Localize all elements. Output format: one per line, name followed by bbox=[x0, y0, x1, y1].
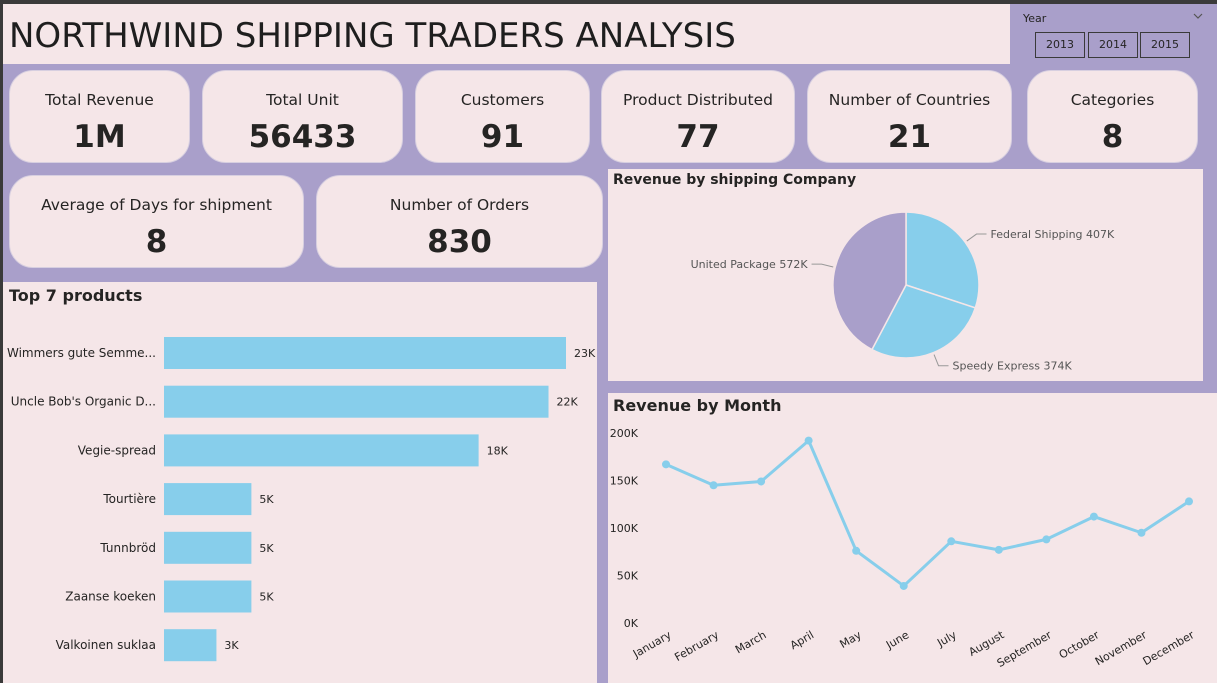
pie-leader-line bbox=[966, 233, 987, 242]
kpi-card-product-distributed: Product Distributed 77 bbox=[601, 70, 795, 163]
line-point[interactable] bbox=[1137, 528, 1146, 537]
line-point[interactable] bbox=[899, 581, 908, 590]
line-point[interactable] bbox=[662, 460, 670, 469]
kpi-value: 77 bbox=[676, 119, 720, 155]
bar[interactable] bbox=[164, 629, 217, 662]
kpi-value: 91 bbox=[480, 119, 525, 155]
y-tick-label: 50K bbox=[617, 570, 639, 583]
y-tick-label: 150K bbox=[610, 475, 639, 488]
kpi-card-categories: Categories 8 bbox=[1027, 70, 1198, 163]
bar-value-label: 5K bbox=[259, 493, 274, 506]
bar-category-label: Vegie-spread bbox=[78, 443, 156, 457]
bar-value-label: 5K bbox=[259, 591, 274, 604]
x-tick-label: June bbox=[883, 628, 911, 652]
kpi-value: 56433 bbox=[248, 119, 357, 155]
slicer-option-2013[interactable]: 2013 bbox=[1035, 32, 1085, 58]
bar-category-label: Uncle Bob's Organic D... bbox=[11, 395, 156, 409]
bar-value-label: 18K bbox=[487, 444, 509, 457]
pie-slice-label: United Package 572K bbox=[691, 258, 809, 271]
y-tick-label: 0K bbox=[624, 617, 639, 630]
y-tick-label: 200K bbox=[610, 427, 639, 440]
bar-category-label: Tunnbröd bbox=[99, 541, 156, 555]
x-tick-label: November bbox=[1093, 628, 1149, 668]
bar[interactable] bbox=[164, 483, 252, 516]
line-point[interactable] bbox=[994, 545, 1003, 554]
line-point[interactable] bbox=[947, 537, 956, 546]
line-point[interactable] bbox=[1042, 535, 1051, 544]
line-point[interactable] bbox=[852, 546, 861, 555]
bar-value-label: 3K bbox=[224, 639, 239, 652]
line-point[interactable] bbox=[709, 481, 718, 490]
revenue-by-shipping-panel: Revenue by shipping Company Federal Ship… bbox=[608, 169, 1203, 381]
bar-category-label: Wimmers gute Semme... bbox=[7, 346, 156, 360]
kpi-card-avg-days-shipment: Average of Days for shipment 8 bbox=[9, 175, 304, 268]
pie-slice-label: Speedy Express 374K bbox=[953, 360, 1073, 373]
bar-value-label: 22K bbox=[557, 396, 579, 409]
x-tick-label: April bbox=[788, 628, 816, 652]
line-point[interactable] bbox=[804, 436, 813, 445]
kpi-value: 1M bbox=[73, 119, 126, 155]
line-point[interactable] bbox=[757, 477, 766, 486]
slicer-label: Year bbox=[1023, 12, 1047, 25]
bar[interactable] bbox=[164, 434, 479, 467]
x-tick-label: July bbox=[934, 628, 959, 650]
x-tick-label: May bbox=[837, 628, 864, 651]
kpi-card-total-unit: Total Unit 56433 bbox=[202, 70, 403, 163]
revenue-by-shipping-pie-chart: Federal Shipping 407K Speedy Express 374K… bbox=[691, 211, 1116, 373]
x-tick-label: February bbox=[672, 628, 721, 664]
revenue-by-month-line-chart: 0K 50K 100K 150K 200K JanuaryFebruary March Apr… bbox=[610, 427, 1197, 670]
kpi-value: 8 bbox=[145, 224, 168, 260]
kpi-label: Number of Orders bbox=[389, 196, 530, 214]
kpi-label: Total Revenue bbox=[45, 91, 154, 109]
kpi-label: Customers bbox=[460, 91, 545, 109]
page-title: NORTHWIND SHIPPING TRADERS ANALYSIS bbox=[9, 16, 736, 56]
kpi-label: Total Unit bbox=[266, 91, 339, 109]
top-products-panel: Top 7 products Wimmers gute Semme... 23K U… bbox=[3, 282, 597, 683]
x-tick-label: September bbox=[995, 628, 1055, 670]
bar[interactable] bbox=[164, 337, 566, 369]
bar-category-label: Tourtière bbox=[102, 492, 156, 506]
bar-value-label: 5K bbox=[259, 542, 274, 555]
title-bar: NORTHWIND SHIPPING TRADERS ANALYSIS bbox=[3, 4, 1010, 64]
line-point[interactable] bbox=[1185, 497, 1193, 506]
slicer-option-2015[interactable]: 2015 bbox=[1140, 32, 1190, 58]
x-tick-label: March bbox=[733, 628, 769, 656]
bar-value-label: 23K bbox=[574, 347, 596, 360]
year-slicer: Year 2013 2014 2015 bbox=[1012, 5, 1212, 65]
pie-leader-line bbox=[811, 263, 834, 268]
pie-leader-line bbox=[933, 354, 949, 367]
kpi-value: 830 bbox=[427, 224, 492, 260]
kpi-card-customers: Customers 91 bbox=[415, 70, 590, 163]
kpi-label: Product Distributed bbox=[623, 91, 773, 109]
bar[interactable] bbox=[164, 531, 252, 564]
bar-category-label: Valkoinen suklaa bbox=[56, 638, 156, 652]
kpi-value: 21 bbox=[887, 119, 932, 155]
kpi-label: Number of Countries bbox=[828, 91, 991, 109]
line-point[interactable] bbox=[1089, 512, 1098, 521]
kpi-label: Categories bbox=[1070, 91, 1155, 109]
y-tick-label: 100K bbox=[610, 522, 639, 535]
kpi-card-number-of-countries: Number of Countries 21 bbox=[807, 70, 1012, 163]
kpi-value: 8 bbox=[1101, 119, 1124, 155]
revenue-by-month-panel: Revenue by Month 0K 50K 100K 150K 200K Januar… bbox=[608, 393, 1217, 683]
x-tick-label: December bbox=[1141, 628, 1197, 668]
x-tick-label: January bbox=[630, 628, 674, 661]
revenue-line bbox=[665, 439, 1190, 588]
kpi-card-total-revenue: Total Revenue 1M bbox=[9, 70, 190, 163]
bar-category-label: Zaanse koeken bbox=[65, 590, 156, 604]
slicer-option-2014[interactable]: 2014 bbox=[1088, 32, 1138, 58]
bar[interactable] bbox=[164, 580, 252, 613]
kpi-label: Average of Days for shipment bbox=[41, 196, 272, 214]
bar[interactable] bbox=[164, 385, 549, 418]
top-products-bar-chart: Wimmers gute Semme... 23K Uncle Bob's Orga… bbox=[7, 337, 596, 662]
pie-slice-label: Federal Shipping 407K bbox=[991, 228, 1116, 241]
kpi-card-number-of-orders: Number of Orders 830 bbox=[316, 175, 603, 268]
chevron-down-icon[interactable] bbox=[1192, 10, 1204, 22]
